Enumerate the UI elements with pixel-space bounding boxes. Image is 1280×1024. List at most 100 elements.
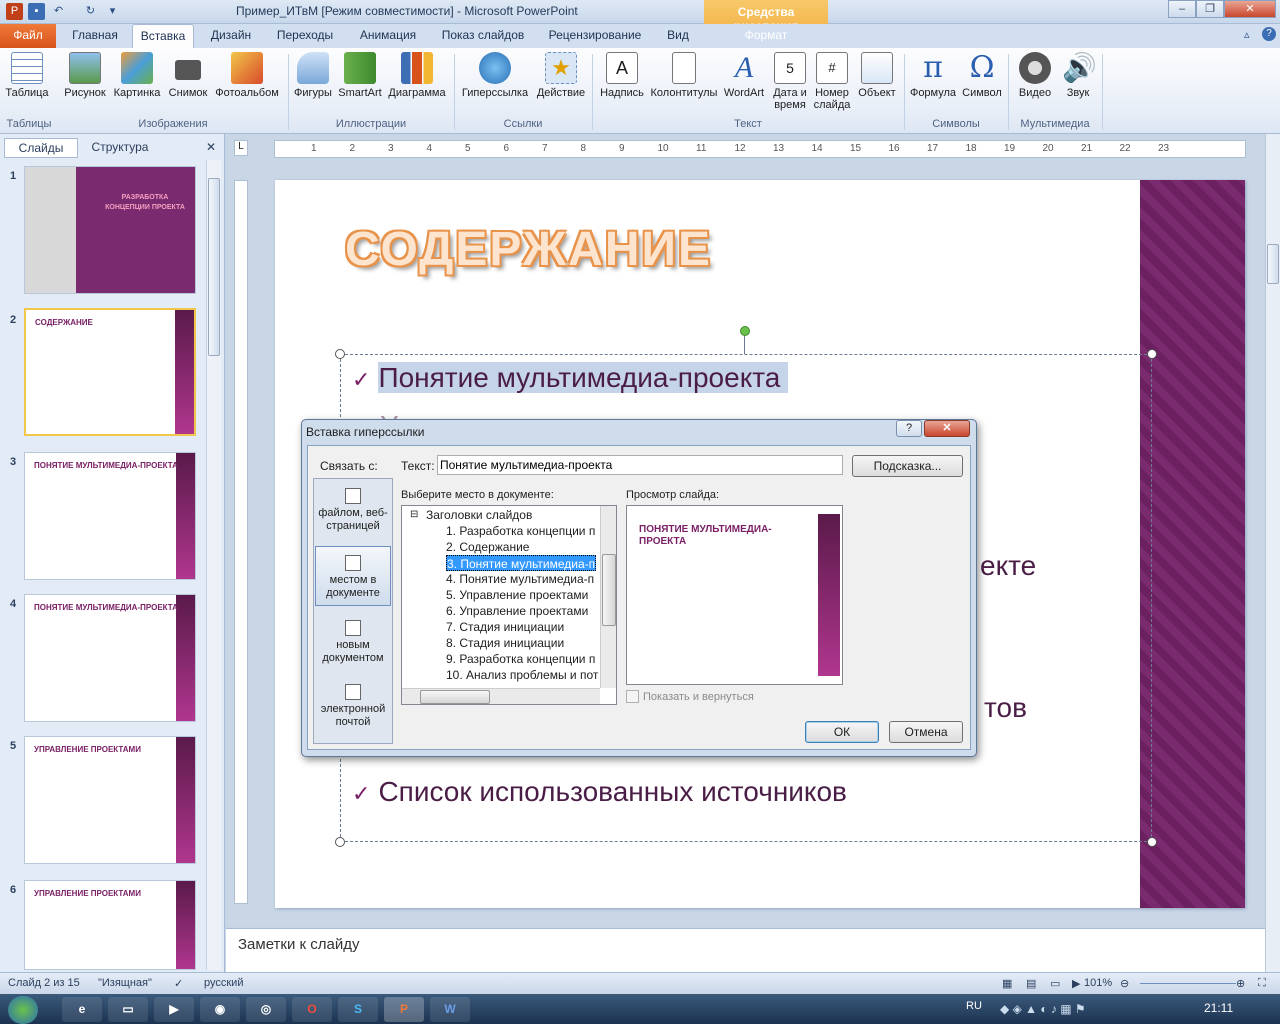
bullet-item[interactable]: ✓ Список использованных источников <box>352 776 847 808</box>
zoom-out-icon[interactable]: ⊖ <box>1120 977 1129 990</box>
tree-item[interactable]: 6. Управление проектами <box>446 603 588 619</box>
redo-icon[interactable]: ↻ <box>82 3 99 20</box>
tab-animation[interactable]: Анимация <box>350 24 426 48</box>
bullet-item[interactable]: ✓ Понятие мультимедиа-проекта <box>352 362 789 394</box>
picture-button[interactable]: Рисунок <box>62 52 108 118</box>
fit-slide-icon[interactable]: ⛶ <box>1258 977 1266 990</box>
tab-review[interactable]: Рецензирование <box>540 24 650 48</box>
qat-dropdown-icon[interactable]: ▾ <box>104 3 121 20</box>
slide-thumbnail-2[interactable]: СОДЕРЖАНИЕ <box>24 308 196 436</box>
date-time-button[interactable]: 5 Дата и время <box>768 52 812 118</box>
explorer-taskbar-icon[interactable]: ▭ <box>108 997 148 1022</box>
table-button[interactable]: Таблица <box>3 52 51 118</box>
tree-item[interactable]: 1. Разработка концепции п <box>446 523 595 539</box>
slides-scrollbar-thumb[interactable] <box>208 178 220 356</box>
smartart-button[interactable]: SmartArt <box>336 52 384 118</box>
slide-thumbnail-1[interactable]: РАЗРАБОТКА КОНЦЕПЦИИ ПРОЕКТА <box>24 166 196 294</box>
tree-root[interactable]: Заголовки слайдов <box>426 507 532 523</box>
resize-handle-top-right[interactable] <box>1147 349 1157 359</box>
wordart-button[interactable]: A WordArt <box>720 52 768 118</box>
editor-scrollbar[interactable] <box>1265 134 1280 972</box>
action-button[interactable]: ★ Действие <box>534 52 588 118</box>
editor-scrollbar-thumb[interactable] <box>1267 244 1279 284</box>
ok-button[interactable]: ОК <box>805 721 879 743</box>
tab-transitions[interactable]: Переходы <box>268 24 342 48</box>
tab-stop-selector[interactable]: L <box>234 140 248 156</box>
tree-item-selected[interactable]: 3. Понятие мультимедиа-п <box>446 555 597 571</box>
resize-handle-top-left[interactable] <box>335 349 345 359</box>
tree-hscrollbar-thumb[interactable] <box>420 690 490 704</box>
shapes-button[interactable]: Фигуры <box>292 52 334 118</box>
header-footer-button[interactable]: Колонтитулы <box>648 52 720 118</box>
help-icon[interactable]: ? <box>1262 27 1276 41</box>
screenshot-button[interactable]: Снимок <box>166 52 210 118</box>
slide-title[interactable]: СОДЕРЖАНИЕ <box>345 222 712 277</box>
spellcheck-icon[interactable]: ✓ <box>174 977 183 990</box>
tree-item[interactable]: 9. Разработка концепции п <box>446 651 595 667</box>
link-option-file-web[interactable]: файлом, веб-страницей <box>316 488 390 533</box>
textbox-button[interactable]: A Надпись <box>596 52 648 118</box>
tab-design[interactable]: Дизайн <box>200 24 262 48</box>
firefox-taskbar-icon[interactable]: ◉ <box>200 997 240 1022</box>
tree-item[interactable]: 4. Понятие мультимедиа-п <box>446 571 594 587</box>
cancel-button[interactable]: Отмена <box>889 721 963 743</box>
ie-taskbar-icon[interactable]: e <box>62 997 102 1022</box>
tree-item[interactable]: 5. Управление проектами <box>446 587 588 603</box>
audio-button[interactable]: 🔊 Звук <box>1058 52 1098 118</box>
tree-scrollbar-thumb[interactable] <box>602 554 616 626</box>
slideshow-icon[interactable]: ▶ <box>1072 977 1080 990</box>
undo-icon[interactable]: ↶ <box>50 3 67 20</box>
slide-thumbnail-4[interactable]: ПОНЯТИЕ МУЛЬТИМЕДИА-ПРОЕКТА <box>24 594 196 722</box>
start-button[interactable] <box>8 996 38 1024</box>
tab-home[interactable]: Главная <box>64 24 126 48</box>
powerpoint-taskbar-icon[interactable]: P <box>384 997 424 1022</box>
symbol-button[interactable]: Ω Символ <box>960 52 1004 118</box>
powerpoint-app-icon[interactable]: P <box>6 3 23 20</box>
zoom-slider[interactable] <box>1140 983 1236 984</box>
link-option-new-document[interactable]: новым документом <box>316 620 390 665</box>
bullet-item-fragment[interactable]: тов <box>984 692 1027 724</box>
minimize-button[interactable]: – <box>1168 0 1196 18</box>
tree-item[interactable]: 10. Анализ проблемы и пот <box>446 667 598 683</box>
tab-slides[interactable]: Слайды <box>4 138 78 158</box>
maximize-button[interactable]: ❐ <box>1196 0 1224 18</box>
tab-slideshow[interactable]: Показ слайдов <box>436 24 530 48</box>
notes-pane[interactable]: Заметки к слайду <box>226 928 1266 972</box>
tree-vertical-scrollbar[interactable] <box>600 506 616 688</box>
media-player-taskbar-icon[interactable]: ▶ <box>154 997 194 1022</box>
clipart-button[interactable]: Картинка <box>110 52 164 118</box>
save-icon[interactable]: ▪ <box>28 3 45 20</box>
bullet-item-fragment[interactable]: екте <box>980 550 1036 582</box>
dialog-close-button[interactable]: ✕ <box>924 420 970 437</box>
normal-view-icon[interactable]: ▦ <box>1002 977 1012 990</box>
tree-item[interactable]: 2. Содержание <box>446 539 529 555</box>
close-panel-icon[interactable]: ✕ <box>206 140 216 154</box>
rotation-handle[interactable] <box>740 326 750 336</box>
hyperlink-button[interactable]: Гиперссылка <box>458 52 532 118</box>
link-option-place-in-document[interactable]: местом в документе <box>315 546 391 606</box>
tree-item[interactable]: 8. Стадия инициации <box>446 635 564 651</box>
chrome-taskbar-icon[interactable]: ◎ <box>246 997 286 1022</box>
dialog-help-button[interactable]: ? <box>896 420 922 437</box>
ribbon-collapse-icon[interactable]: ▵ <box>1244 28 1250 41</box>
zoom-in-icon[interactable]: ⊕ <box>1236 977 1245 990</box>
tab-view[interactable]: Вид <box>658 24 698 48</box>
equation-button[interactable]: π Формула <box>906 52 960 118</box>
tab-insert[interactable]: Вставка <box>132 24 194 48</box>
tree-item[interactable]: 7. Стадия инициации <box>446 619 564 635</box>
close-window-button[interactable]: ✕ <box>1224 0 1276 18</box>
chart-button[interactable]: Диаграмма <box>386 52 448 118</box>
document-places-tree[interactable]: ⊟ Заголовки слайдов 1. Разработка концеп… <box>401 505 617 705</box>
slide-thumbnail-6[interactable]: УПРАВЛЕНИЕ ПРОЕКТАМИ <box>24 880 196 970</box>
link-option-email[interactable]: электронной почтой <box>316 684 390 729</box>
slide-thumbnail-5[interactable]: УПРАВЛЕНИЕ ПРОЕКТАМИ <box>24 736 196 864</box>
photo-album-button[interactable]: Фотоальбом <box>212 52 282 118</box>
slide-sorter-icon[interactable]: ▤ <box>1026 977 1036 990</box>
tab-file[interactable]: Файл <box>0 24 56 48</box>
language-indicator[interactable]: русский <box>204 977 243 989</box>
theme-name[interactable]: "Изящная" <box>98 977 152 989</box>
opera-taskbar-icon[interactable]: O <box>292 997 332 1022</box>
zoom-level[interactable]: 101% <box>1084 977 1112 989</box>
clock[interactable]: 21:11 <box>1204 1001 1233 1015</box>
slide-number-button[interactable]: # Номер слайда <box>812 52 852 118</box>
